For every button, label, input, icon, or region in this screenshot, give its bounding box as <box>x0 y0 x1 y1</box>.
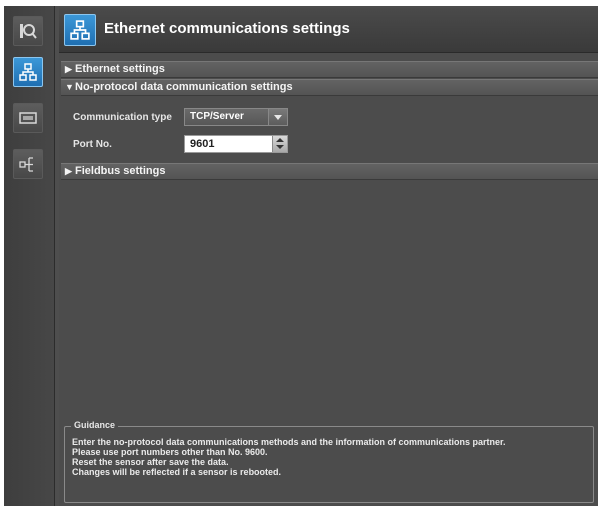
section-label: No-protocol data communication settings <box>75 81 293 93</box>
guidance-title: Guidance <box>71 420 119 430</box>
expand-arrow-icon: ▶ <box>65 166 72 176</box>
page-title: Ethernet communications settings <box>104 20 350 37</box>
header-icon-box <box>64 14 96 46</box>
collapse-arrow-icon: ▼ <box>65 82 74 92</box>
communication-type-label: Communication type <box>73 112 172 123</box>
app-window: Ethernet communications settings ▶ Ethern… <box>4 6 598 506</box>
io-button[interactable] <box>13 149 43 179</box>
section-label: Ethernet settings <box>75 63 165 75</box>
stepper-up-icon <box>276 138 284 142</box>
port-number-stepper[interactable] <box>272 136 287 152</box>
communication-type-select[interactable]: TCP/Server <box>184 108 288 126</box>
display-button[interactable] <box>13 103 43 133</box>
io-icon <box>19 157 33 172</box>
port-number-label: Port No. <box>73 139 112 150</box>
section-ethernet-settings[interactable]: ▶ Ethernet settings <box>61 61 598 78</box>
section-no-protocol-settings[interactable]: ▼No-protocol data communication settings <box>61 79 598 96</box>
network-icon <box>19 63 37 81</box>
left-toolbar <box>4 6 55 506</box>
section-fieldbus-settings[interactable]: ▶ Fieldbus settings <box>61 163 598 180</box>
main-panel: Ethernet communications settings ▶ Ethern… <box>59 6 598 506</box>
port-number-value: 9601 <box>190 138 215 150</box>
guidance-box: Guidance Enter the no-protocol data comm… <box>64 420 594 503</box>
dropdown-button[interactable] <box>268 109 287 125</box>
network-button[interactable] <box>13 57 43 87</box>
guidance-line: Reset the sensor after save the data. <box>72 457 229 467</box>
guidance-line: Please use port numbers other than No. 9… <box>72 447 268 457</box>
chevron-down-icon <box>274 115 282 120</box>
guidance-line: Enter the no-protocol data communication… <box>72 437 506 447</box>
camera-button[interactable] <box>13 16 43 46</box>
communication-type-value: TCP/Server <box>190 111 244 122</box>
display-icon <box>19 112 37 124</box>
section-label: Fieldbus settings <box>75 165 166 177</box>
expand-arrow-icon: ▶ <box>65 64 72 74</box>
stepper-down-icon <box>276 145 284 149</box>
network-icon <box>70 20 90 40</box>
guidance-line: Changes will be reflected if a sensor is… <box>72 467 282 477</box>
header: Ethernet communications settings <box>59 8 598 53</box>
camera-icon <box>20 24 37 39</box>
port-number-input[interactable]: 9601 <box>184 135 288 153</box>
guidance-text: Enter the no-protocol data communication… <box>72 437 589 477</box>
